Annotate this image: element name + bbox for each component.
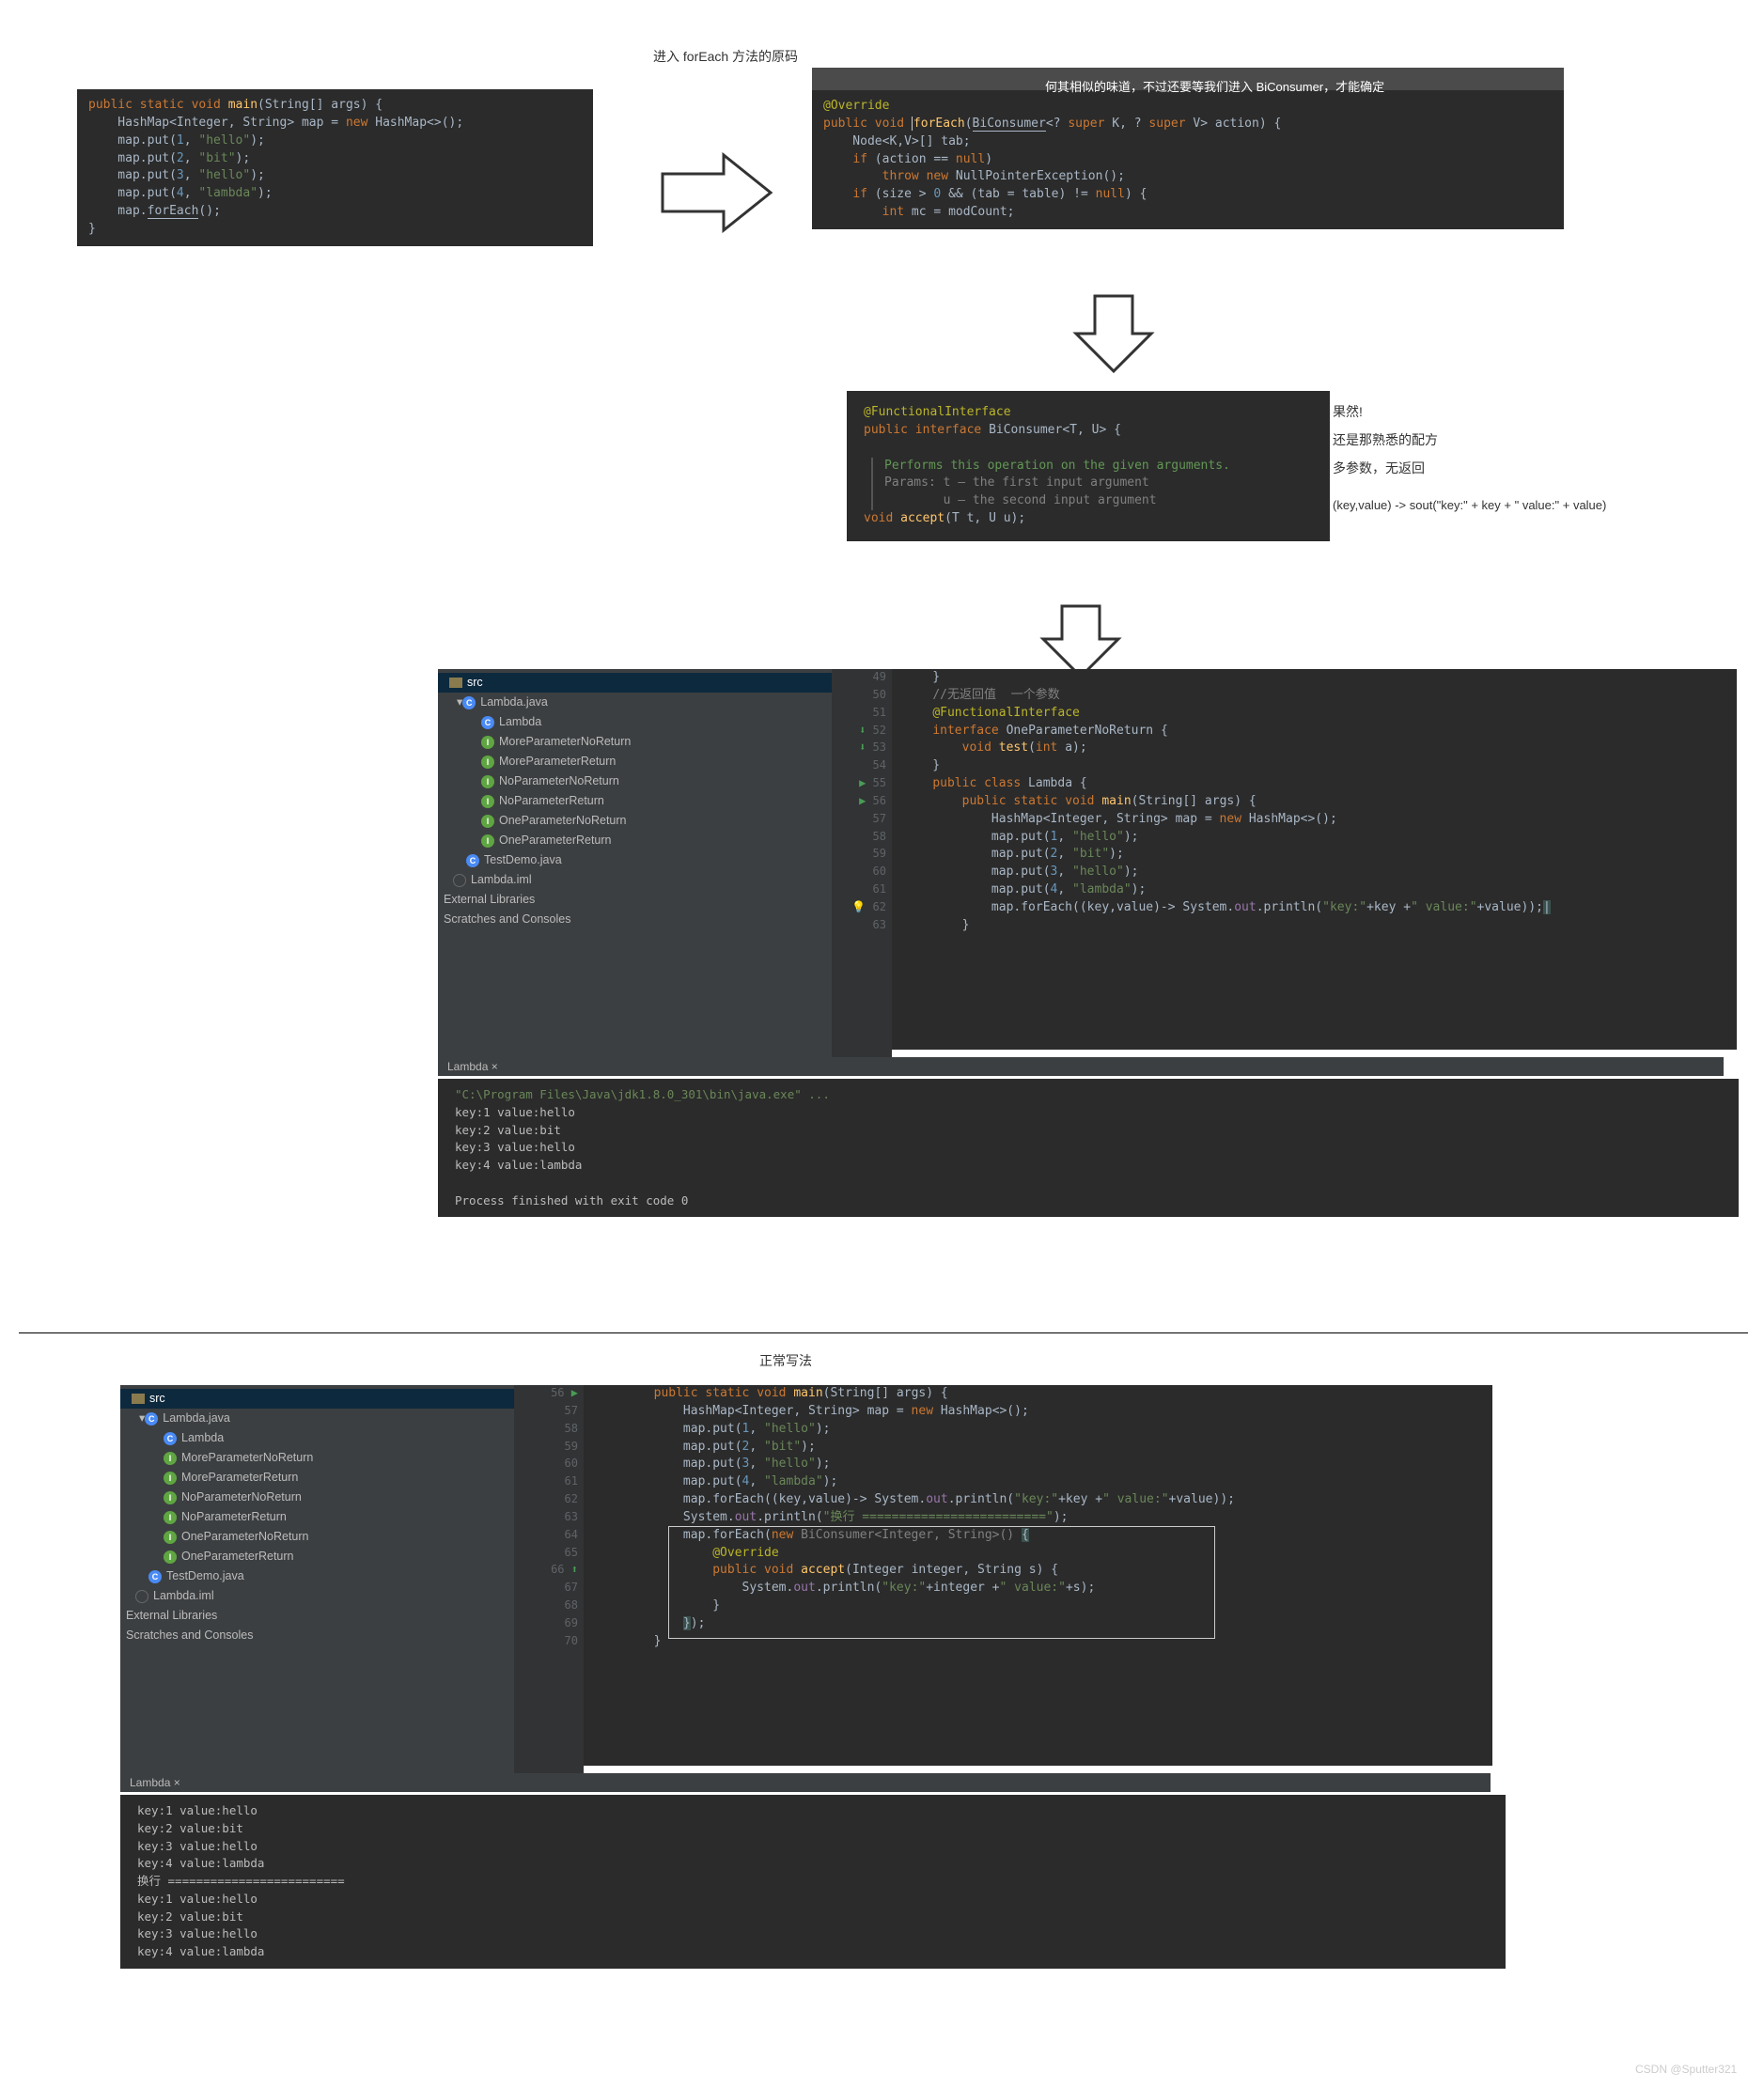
interface-icon: I <box>481 756 494 769</box>
class-icon: C <box>462 696 476 709</box>
tree-item[interactable]: OneParameterNoReturn <box>499 812 626 830</box>
result-line-1: 还是那熟悉的配方 <box>1333 430 1438 449</box>
tree-item[interactable]: NoParameterReturn <box>499 792 604 810</box>
interface-icon: I <box>481 775 494 788</box>
tree-file-testdemo[interactable]: TestDemo.java <box>166 1567 244 1585</box>
result-lambda: (key,value) -> sout("key:" + key + " val… <box>1333 498 1606 512</box>
tree-item[interactable]: NoParameterNoReturn <box>499 772 619 790</box>
tree-external[interactable]: External Libraries <box>126 1607 217 1625</box>
project-tree-2[interactable]: src ▾ CLambda.java CLambda IMoreParamete… <box>120 1385 514 1781</box>
tree-item[interactable]: MoreParameterNoReturn <box>499 733 631 751</box>
interface-icon: I <box>164 1491 177 1504</box>
section-title-1: 进入 forEach 方法的原码 <box>653 47 798 66</box>
tree-file-lambda[interactable]: Lambda.java <box>163 1410 230 1427</box>
project-tree-1[interactable]: src ▾ CLambda.java CLambda IMoreParamete… <box>438 669 832 1065</box>
console-exit: Process finished with exit code 0 <box>455 1193 688 1208</box>
tree-item[interactable]: OneParameterNoReturn <box>181 1528 308 1546</box>
tree-item[interactable]: MoreParameterReturn <box>499 753 616 771</box>
file-icon <box>453 874 466 887</box>
interface-icon: I <box>481 834 494 848</box>
watermark: CSDN @Sputter321 <box>1635 2063 1737 2076</box>
interface-icon: I <box>481 815 494 828</box>
interface-icon: I <box>164 1531 177 1544</box>
tree-src[interactable]: src <box>149 1390 165 1408</box>
folder-icon <box>449 678 462 688</box>
console-path: "C:\Program Files\Java\jdk1.8.0_301\bin\… <box>455 1087 830 1101</box>
tree-iml[interactable]: Lambda.iml <box>471 871 532 889</box>
interface-icon: I <box>164 1550 177 1564</box>
tree-item[interactable]: NoParameterNoReturn <box>181 1488 302 1506</box>
class-icon: C <box>148 1570 162 1583</box>
tree-item[interactable]: OneParameterReturn <box>499 832 612 849</box>
class-icon: C <box>466 854 479 867</box>
editor-gutter-2: 56 ▶ 57 58 59 60 61 62 63 64 65 66 ⬆ 67 … <box>514 1385 584 1773</box>
tree-file-testdemo[interactable]: TestDemo.java <box>484 851 562 869</box>
tree-file-lambda[interactable]: Lambda.java <box>480 693 548 711</box>
interface-icon: I <box>481 736 494 749</box>
normal-caption: 正常写法 <box>759 1351 812 1370</box>
tree-item[interactable]: MoreParameterReturn <box>181 1469 298 1487</box>
divider <box>19 1332 1748 1333</box>
class-icon: C <box>145 1412 158 1426</box>
console-1: "C:\Program Files\Java\jdk1.8.0_301\bin\… <box>438 1079 1739 1217</box>
arrow-right-1 <box>658 146 780 240</box>
arrow-down-1 <box>1067 291 1161 376</box>
code-panel-foreach: @Override public void forEach(BiConsumer… <box>812 90 1564 229</box>
javadoc-line1: Performs this operation on the given arg… <box>884 459 1230 473</box>
folder-icon <box>132 1394 145 1404</box>
class-icon: C <box>481 716 494 729</box>
run-tab-bar-1[interactable]: Lambda × <box>438 1057 1724 1076</box>
javadoc-line3: u – the second input argument <box>884 493 1157 507</box>
run-tab-bar-2[interactable]: Lambda × <box>120 1773 1491 1792</box>
interface-icon: I <box>164 1472 177 1485</box>
tree-src[interactable]: src <box>467 674 483 692</box>
editor-1[interactable]: } //无返回值 一个参数 @FunctionalInterface inter… <box>892 669 1737 1050</box>
tree-item[interactable]: NoParameterReturn <box>181 1508 287 1526</box>
highlight-box <box>668 1526 1215 1639</box>
tree-external[interactable]: External Libraries <box>444 891 535 909</box>
run-tab[interactable]: Lambda × <box>447 1060 498 1073</box>
run-tab[interactable]: Lambda × <box>130 1776 180 1789</box>
javadoc-line2: Params: t – the first input argument <box>884 475 1149 490</box>
tree-item[interactable]: MoreParameterNoReturn <box>181 1449 313 1467</box>
tree-iml[interactable]: Lambda.iml <box>153 1587 214 1605</box>
tree-item[interactable]: Lambda <box>181 1429 224 1447</box>
tree-scratch[interactable]: Scratches and Consoles <box>126 1627 254 1644</box>
subtitle-biconsumer: 何其相似的味道，不过还要等我们进入 BiConsumer，才能确定 <box>1045 77 1384 95</box>
code-panel-biconsumer: @FunctionalInterface public interface Bi… <box>847 391 1330 541</box>
tree-scratch[interactable]: Scratches and Consoles <box>444 911 571 928</box>
interface-icon: I <box>164 1452 177 1465</box>
interface-icon: I <box>164 1511 177 1524</box>
functional-interface-ann: @FunctionalInterface <box>864 405 1011 419</box>
class-icon: C <box>164 1432 177 1445</box>
file-icon <box>135 1590 148 1603</box>
tree-item[interactable]: Lambda <box>499 713 541 731</box>
editor-gutter-1: 49 50 51 ⬇ 52 ⬇ 53 54 ▶ 55 ▶ 56 57 58 59… <box>832 669 892 1057</box>
code-panel-main: public static void main(String[] args) {… <box>77 89 593 246</box>
tree-item[interactable]: OneParameterReturn <box>181 1548 294 1566</box>
result-line-2: 多参数，无返回 <box>1333 459 1425 477</box>
console-2: key:1 value:hello key:2 value:bit key:3 … <box>120 1795 1506 1969</box>
interface-icon: I <box>481 795 494 808</box>
result-line-0: 果然! <box>1333 402 1363 421</box>
